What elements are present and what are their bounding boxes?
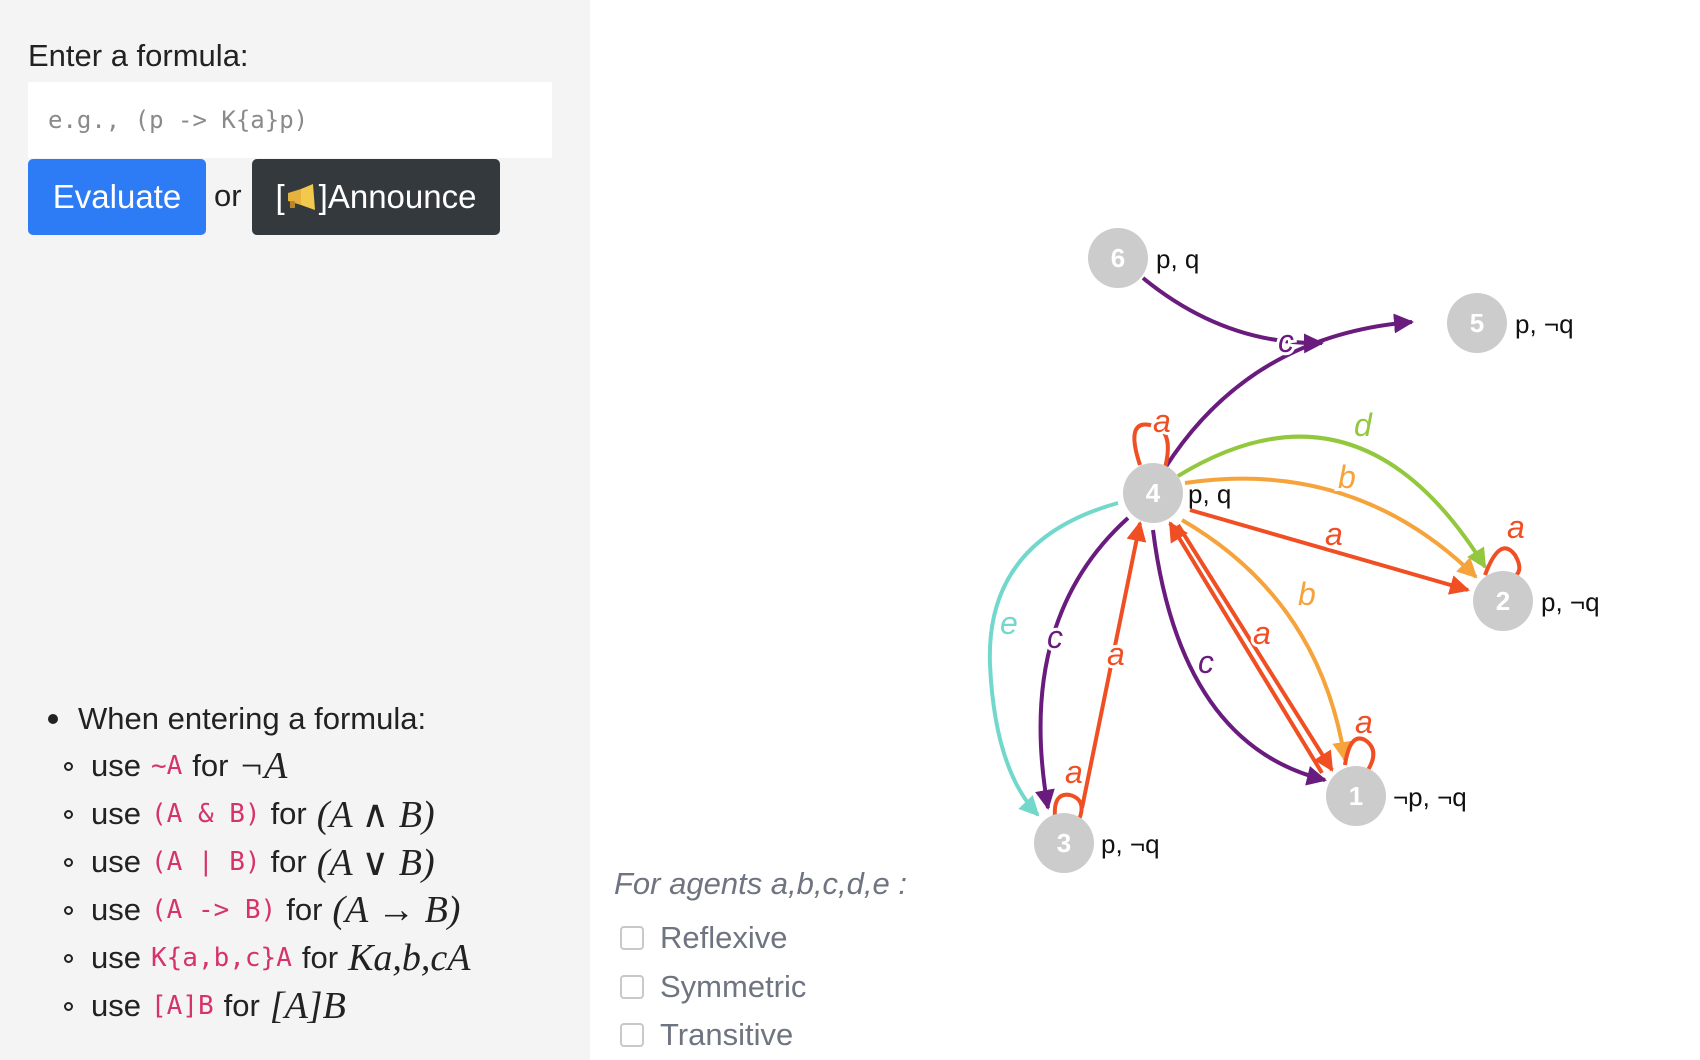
loop-1-a [1343,736,1376,772]
node-props: p, ¬q [1515,309,1574,339]
edge-label-c: c [1047,619,1063,655]
world-node-3[interactable]: 3 p, ¬q [1034,813,1160,873]
world-node-2[interactable]: 2 p, ¬q [1473,571,1600,631]
node-id: 2 [1496,586,1510,616]
edge-label-e: e [1000,605,1018,641]
edge-label-d: d [1354,407,1373,443]
kripke-model-graph: c a d b a a b e c a a c a a 6 p, q 5 p, … [987,228,1600,873]
node-props: ¬p, ¬q [1393,782,1467,812]
edge-label-c: c [1198,644,1214,680]
edge-label-a: a [1507,509,1525,545]
node-id: 3 [1057,828,1071,858]
edge-label-a: a [1107,636,1125,672]
node-props: p, q [1156,244,1199,274]
edge-label-a: a [1065,754,1083,790]
node-props: p, q [1188,479,1231,509]
node-id: 1 [1349,781,1363,811]
node-id: 4 [1146,478,1161,508]
world-node-4[interactable]: 4 p, q [1123,463,1231,523]
node-id: 6 [1111,243,1125,273]
edge-label-b: b [1298,576,1316,612]
edge-1-4-a [1168,521,1324,775]
edge-6-5-c [1141,276,1324,354]
edge-label-a: a [1253,615,1271,651]
edge-label-b: b [1338,459,1356,495]
edge-label-a: a [1153,403,1171,439]
world-node-1[interactable]: 1 ¬p, ¬q [1326,766,1467,826]
edge-label-a: a [1325,516,1343,552]
edge-4-1-c [1151,529,1327,786]
node-props: p, ¬q [1541,587,1600,617]
edge-label-a: a [1355,704,1373,740]
world-node-5[interactable]: 5 p, ¬q [1447,293,1574,353]
node-id: 5 [1470,308,1484,338]
node-props: p, ¬q [1101,829,1160,859]
edge-label-c: c [1278,323,1294,359]
